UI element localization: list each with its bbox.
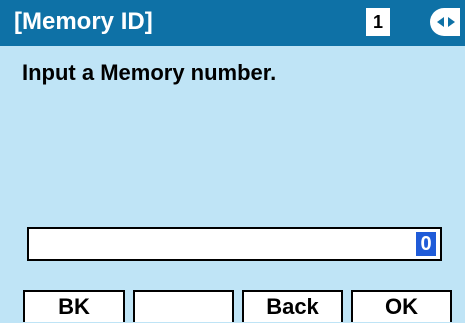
- memory-number-input[interactable]: 0: [27, 227, 442, 261]
- content-area: Input a Memory number. 0: [0, 46, 465, 285]
- phone-display: [Memory ID] 1 Input a Memory number. 0 B…: [0, 0, 465, 323]
- softkey-bar: BK Back OK: [0, 285, 465, 323]
- blank-softkey[interactable]: [133, 290, 234, 322]
- ok-softkey[interactable]: OK: [351, 290, 452, 322]
- arrow-right-icon: [448, 17, 455, 27]
- input-prompt: Input a Memory number.: [22, 60, 277, 85]
- left-right-arrows-icon[interactable]: [430, 8, 460, 36]
- bk-softkey[interactable]: BK: [23, 290, 125, 322]
- page-number-indicator: 1: [366, 8, 390, 36]
- title-bar: [Memory ID] 1: [0, 0, 465, 46]
- back-softkey[interactable]: Back: [242, 290, 343, 322]
- input-cursor-value: 0: [416, 232, 436, 256]
- arrow-left-icon: [437, 17, 444, 27]
- screen-title: [Memory ID]: [14, 8, 153, 35]
